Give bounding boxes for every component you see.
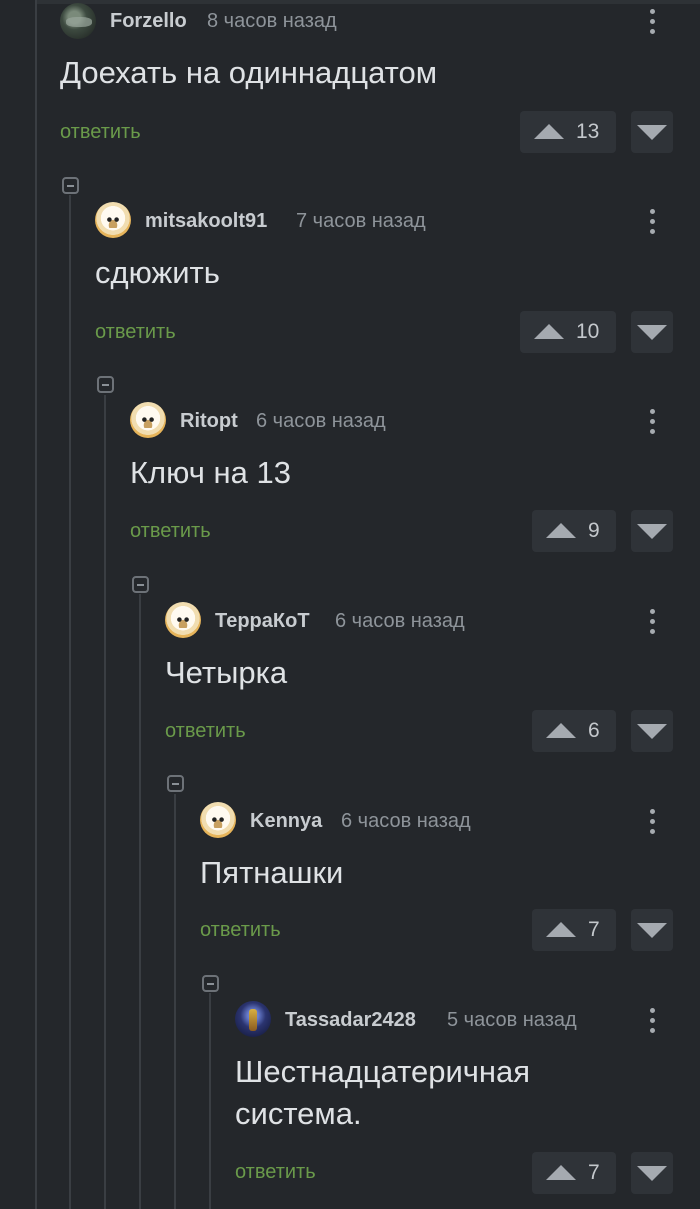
thread-line-level-1[interactable] xyxy=(69,195,71,1209)
rating-count: 6 xyxy=(588,719,600,742)
rating-count: 7 xyxy=(588,1161,600,1184)
timestamp: 7 часов назад xyxy=(296,210,426,232)
comment-text: сдюжить xyxy=(95,255,220,290)
downvote-icon xyxy=(637,325,667,340)
comment: ТеррaКоТ 6 часов назад Четырка ответить … xyxy=(165,600,700,760)
avatar[interactable] xyxy=(165,602,201,638)
comment: mitsakoolt91 7 часов назад сдюжить ответ… xyxy=(95,200,700,360)
more-options-icon[interactable] xyxy=(642,604,662,638)
upvote-button[interactable]: 7 xyxy=(532,1152,616,1194)
more-options-icon[interactable] xyxy=(642,4,662,38)
more-options-icon[interactable] xyxy=(642,404,662,438)
comment: Tassadar2428 5 часов назад Шестнадцатери… xyxy=(235,999,700,1209)
reply-link[interactable]: ответить xyxy=(200,919,281,942)
comment-text: Доехать на одиннадцатом xyxy=(60,55,438,90)
comment-header: Tassadar2428 5 часов назад xyxy=(235,999,700,1043)
timestamp: 6 часов назад xyxy=(256,410,386,432)
comment-header: Forzello 8 часов назад xyxy=(60,0,700,44)
downvote-button[interactable] xyxy=(631,710,673,752)
downvote-button[interactable] xyxy=(631,1152,673,1194)
downvote-icon xyxy=(637,125,667,140)
thread-line-level-3[interactable] xyxy=(139,594,141,1209)
reply-link[interactable]: ответить xyxy=(95,321,176,344)
rating-count: 13 xyxy=(576,120,600,143)
upvote-button[interactable]: 6 xyxy=(532,710,616,752)
more-options-icon[interactable] xyxy=(642,804,662,838)
comment-header: ТеррaКоТ 6 часов назад xyxy=(165,600,700,644)
reply-link[interactable]: ответить xyxy=(130,520,211,543)
username[interactable]: Tassadar2428 xyxy=(285,1009,416,1032)
avatar[interactable] xyxy=(200,802,236,838)
collapse-thread-button[interactable] xyxy=(202,975,219,992)
collapse-thread-button[interactable] xyxy=(97,376,114,393)
collapse-thread-button[interactable] xyxy=(132,576,149,593)
upvote-icon xyxy=(546,1165,576,1180)
more-options-icon[interactable] xyxy=(642,1003,662,1037)
rating-count: 9 xyxy=(588,519,600,542)
upvote-button[interactable]: 7 xyxy=(532,909,616,951)
username[interactable]: Kennya xyxy=(250,810,322,833)
upvote-icon xyxy=(534,124,564,139)
username[interactable]: Ritopt xyxy=(180,410,238,433)
avatar[interactable] xyxy=(95,202,131,238)
comment-header: Ritopt 6 часов назад xyxy=(130,400,700,444)
downvote-button[interactable] xyxy=(631,510,673,552)
collapse-thread-button[interactable] xyxy=(62,177,79,194)
reply-link[interactable]: ответить xyxy=(235,1161,316,1184)
thread-line-level-5[interactable] xyxy=(209,993,211,1209)
downvote-icon xyxy=(637,923,667,938)
comment-header: mitsakoolt91 7 часов назад xyxy=(95,200,700,244)
timestamp: 8 часов назад xyxy=(207,10,337,32)
more-options-icon[interactable] xyxy=(642,204,662,238)
thread-line-level-0 xyxy=(35,0,37,1209)
reply-link[interactable]: ответить xyxy=(60,121,141,144)
upvote-icon xyxy=(546,922,576,937)
collapse-thread-button[interactable] xyxy=(167,775,184,792)
username[interactable]: mitsakoolt91 xyxy=(145,210,267,233)
thread-line-level-4[interactable] xyxy=(174,794,176,1209)
downvote-button[interactable] xyxy=(631,909,673,951)
comment-text: Пятнашки xyxy=(200,855,344,890)
downvote-icon xyxy=(637,1166,667,1181)
upvote-button[interactable]: 10 xyxy=(520,311,616,353)
username[interactable]: ТеррaКоТ xyxy=(215,610,310,633)
comment-text: Ключ на 13 xyxy=(130,455,291,490)
comment-header: Kennya 6 часов назад xyxy=(200,800,700,844)
rating-count: 7 xyxy=(588,918,600,941)
upvote-button[interactable]: 9 xyxy=(532,510,616,552)
reply-link[interactable]: ответить xyxy=(165,720,246,743)
thread-line-level-2[interactable] xyxy=(104,395,106,1209)
downvote-button[interactable] xyxy=(631,311,673,353)
upvote-icon xyxy=(546,523,576,538)
comment: Kennya 6 часов назад Пятнашки ответить 7 xyxy=(200,800,700,960)
avatar[interactable] xyxy=(60,3,96,39)
downvote-icon xyxy=(637,524,667,539)
comment: Forzello 8 часов назад Доехать на одинна… xyxy=(60,0,700,160)
downvote-button[interactable] xyxy=(631,111,673,153)
upvote-button[interactable]: 13 xyxy=(520,111,616,153)
comment-thread: Forzello 8 часов назад Доехать на одинна… xyxy=(0,0,700,1209)
timestamp: 5 часов назад xyxy=(447,1009,577,1031)
comment: Ritopt 6 часов назад Ключ на 13 ответить… xyxy=(130,400,700,560)
timestamp: 6 часов назад xyxy=(335,610,465,632)
username[interactable]: Forzello xyxy=(110,10,187,33)
rating-count: 10 xyxy=(576,320,600,343)
avatar[interactable] xyxy=(130,402,166,438)
downvote-icon xyxy=(637,724,667,739)
comment-text: Четырка xyxy=(165,655,288,690)
avatar[interactable] xyxy=(235,1001,271,1037)
upvote-icon xyxy=(534,324,564,339)
comment-text: Шестнадцатеричная система. xyxy=(235,1054,531,1131)
upvote-icon xyxy=(546,723,576,738)
timestamp: 6 часов назад xyxy=(341,810,471,832)
